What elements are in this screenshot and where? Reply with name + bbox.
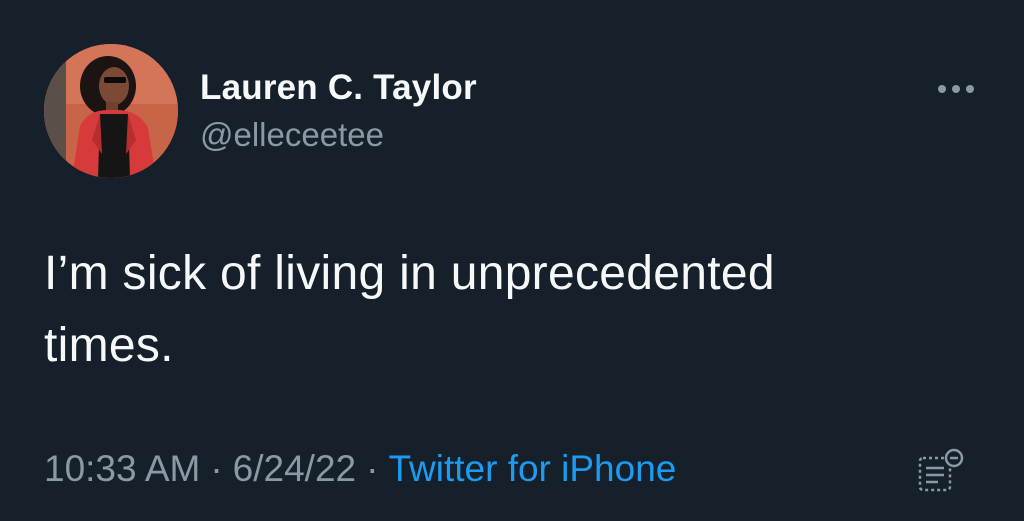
avatar[interactable] bbox=[44, 44, 178, 178]
tweet-date[interactable]: 6/24/22 bbox=[233, 448, 356, 489]
meta-separator: · bbox=[366, 448, 379, 489]
tweet-text: I’m sick of living in unprecedented time… bbox=[44, 238, 944, 382]
tweet-card: Lauren C. Taylor @elleceetee I’m sick of… bbox=[0, 0, 1024, 521]
tweet-text-line: times. bbox=[44, 319, 174, 372]
tweet-text-line: I’m sick of living in unprecedented bbox=[44, 247, 775, 300]
more-horizontal-icon bbox=[938, 85, 974, 93]
tweet-source-link[interactable]: Twitter for iPhone bbox=[388, 448, 676, 489]
avatar-photo bbox=[44, 44, 178, 178]
tweet-time[interactable]: 10:33 AM bbox=[44, 448, 200, 489]
author-display-name[interactable]: Lauren C. Taylor bbox=[200, 68, 477, 108]
tweet-metadata: 10:33 AM · 6/24/22 · Twitter for iPhone bbox=[44, 448, 676, 490]
meta-separator: · bbox=[210, 448, 223, 489]
tweet-analytics-icon bbox=[918, 448, 964, 492]
author-handle[interactable]: @elleceetee bbox=[200, 116, 384, 154]
more-options-button[interactable] bbox=[928, 72, 984, 106]
view-tweet-analytics-button[interactable] bbox=[912, 446, 968, 498]
